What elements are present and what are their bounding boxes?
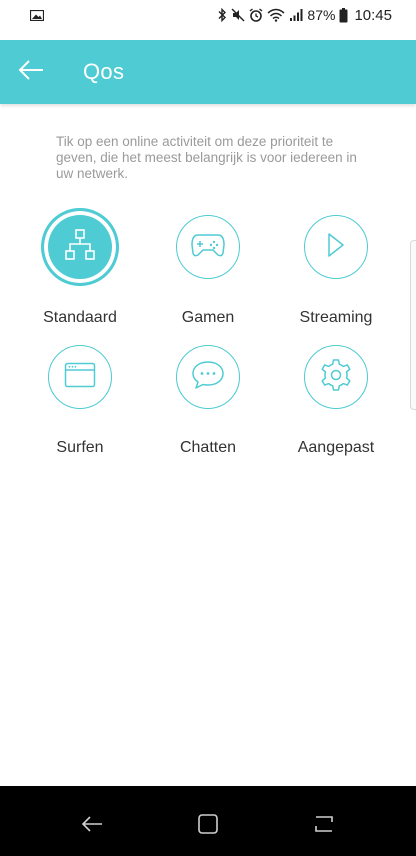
mode-aangepast[interactable]: Aangepast: [276, 345, 396, 465]
status-bar: 87% 10:45: [0, 0, 416, 30]
chat-icon: [191, 360, 225, 395]
battery-icon: [339, 7, 348, 23]
mode-surfen-circle: [48, 345, 112, 409]
play-icon: [326, 232, 346, 263]
mode-surfen-label: Surfen: [56, 439, 104, 456]
page-title: Qos: [83, 59, 125, 84]
back-arrow-icon: [80, 814, 104, 839]
clock: 10:45: [354, 6, 392, 24]
signal-icon: [289, 8, 303, 22]
nav-recents-button[interactable]: [310, 814, 338, 838]
mode-chatten[interactable]: Chatten: [148, 345, 268, 465]
gear-icon: [319, 358, 353, 397]
back-button[interactable]: [14, 56, 48, 88]
arrow-left-icon: [17, 59, 45, 86]
gamepad-icon: [190, 231, 226, 264]
mode-chatten-circle: [176, 345, 240, 409]
mode-streaming-circle: [304, 215, 368, 279]
wifi-icon: [267, 8, 285, 22]
mode-aangepast-circle: [304, 345, 368, 409]
mode-standaard-label: Standaard: [43, 309, 117, 326]
alarm-icon: [249, 8, 263, 22]
nav-home-button[interactable]: [194, 813, 222, 840]
nav-back-button[interactable]: [78, 814, 106, 838]
recents-icon: [312, 813, 336, 840]
status-indicators: 87% 10:45: [217, 5, 392, 25]
mode-standaard[interactable]: Standaard: [20, 208, 140, 335]
mode-chatten-label: Chatten: [179, 439, 237, 456]
mute-icon: [231, 8, 245, 22]
qos-description: Tik op een online activiteit om deze pri…: [56, 134, 357, 181]
app-bar: Qos: [0, 40, 416, 104]
edge-panel-handle[interactable]: [410, 240, 416, 410]
bluetooth-icon: [217, 8, 227, 22]
mode-streaming[interactable]: Streaming: [276, 215, 396, 335]
mode-aangepast-label: Aangepast: [297, 439, 375, 456]
mode-gamen-label: Gamen: [181, 309, 235, 326]
home-square-icon: [197, 813, 219, 840]
mode-standaard-circle: [41, 208, 119, 286]
mode-surfen[interactable]: Surfen: [20, 345, 140, 465]
battery-percentage: 87%: [307, 7, 336, 23]
browser-icon: [64, 362, 96, 393]
image-notification-icon: [29, 8, 45, 22]
mode-gamen[interactable]: Gamen: [148, 215, 268, 335]
mode-gamen-circle: [176, 215, 240, 279]
network-icon: [63, 228, 97, 267]
mode-streaming-label: Streaming: [299, 309, 373, 326]
system-nav-bar: [0, 786, 416, 856]
